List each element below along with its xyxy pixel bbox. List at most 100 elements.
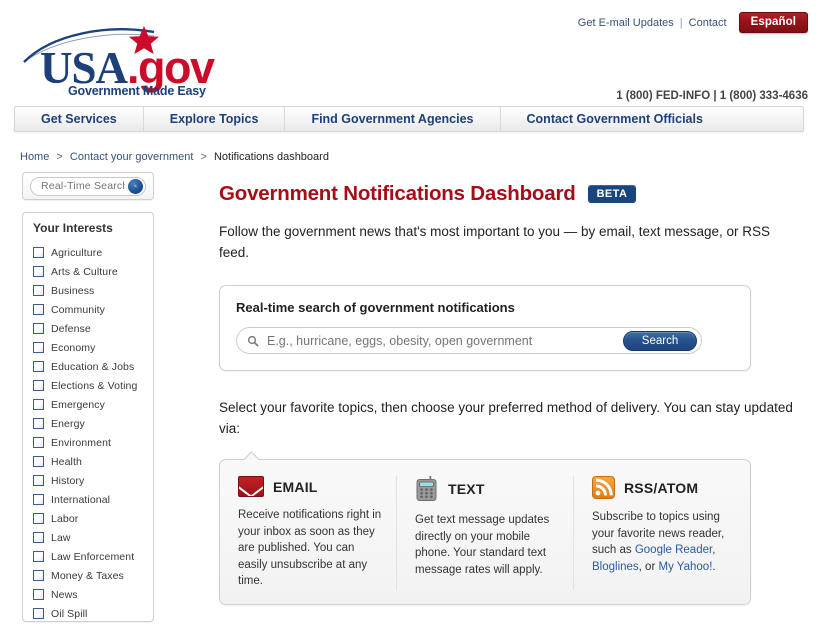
rss-link-separator-2: , or (638, 560, 659, 573)
interest-label: Agriculture (51, 246, 103, 259)
interest-checkbox[interactable] (33, 285, 44, 296)
interest-checkbox[interactable] (33, 399, 44, 410)
list-item[interactable]: Environment (23, 433, 153, 452)
interest-checkbox[interactable] (33, 418, 44, 429)
list-item[interactable]: Emergency (23, 395, 153, 414)
delivery-rss-label: RSS/ATOM (624, 479, 699, 496)
interest-checkbox[interactable] (33, 475, 44, 486)
header-phone-numbers: 1 (800) FED-INFO | 1 (800) 333-4636 (616, 90, 808, 102)
list-item[interactable]: Arts & Culture (23, 262, 153, 281)
breadcrumb-home-link[interactable]: Home (20, 151, 49, 163)
bloglines-link[interactable]: Bloglines (592, 561, 639, 573)
sidebar: Your Interests Agriculture Arts & Cultur… (22, 172, 154, 622)
interest-label: News (51, 588, 78, 601)
list-item[interactable]: Community (23, 300, 153, 319)
list-item[interactable]: International (23, 490, 153, 509)
delivery-rss-header: RSS/ATOM (592, 476, 738, 499)
sidebar-search-input[interactable] (39, 179, 127, 193)
list-item[interactable]: Law Enforcement (23, 547, 153, 566)
list-item[interactable]: Agriculture (23, 243, 153, 262)
interest-checkbox[interactable] (33, 323, 44, 334)
interest-checkbox[interactable] (33, 513, 44, 524)
interest-checkbox[interactable] (33, 551, 44, 562)
breadcrumb-current-page: Notifications dashboard (213, 151, 329, 163)
list-item[interactable]: Elections & Voting (23, 376, 153, 395)
nav-item-find-government-agencies[interactable]: Find Government Agencies (285, 107, 501, 131)
my-yahoo-link[interactable]: My Yahoo! (658, 561, 712, 573)
delivery-email-label: EMAIL (273, 478, 318, 495)
interest-label: Emergency (51, 398, 106, 411)
nav-item-get-services[interactable]: Get Services (15, 107, 144, 131)
breadcrumb-parent-link[interactable]: Contact your government (70, 151, 194, 163)
list-item[interactable]: Oil Spill (23, 604, 153, 621)
google-reader-link[interactable]: Google Reader (635, 544, 712, 556)
status-badge: BETA (587, 185, 637, 203)
list-item[interactable]: Defense (23, 319, 153, 338)
interest-label: Oil Spill (51, 607, 88, 620)
usagov-logo[interactable]: USA.gov Government Made Easy (22, 26, 262, 98)
your-interests-title: Your Interests (33, 221, 113, 235)
envelope-icon (238, 476, 264, 497)
interest-checkbox[interactable] (33, 266, 44, 277)
list-item[interactable]: Health (23, 452, 153, 471)
interest-checkbox[interactable] (33, 361, 44, 372)
delivery-option-email: EMAIL Receive notifications right in you… (220, 476, 396, 590)
nav-item-explore-topics[interactable]: Explore Topics (144, 107, 286, 131)
interest-label: Elections & Voting (51, 379, 138, 392)
interest-label: History (51, 474, 85, 487)
get-email-updates-link[interactable]: Get E-mail Updates (578, 17, 674, 29)
list-item[interactable]: Business (23, 281, 153, 300)
search-field-wrapper: Search (236, 327, 702, 354)
interest-label: Health (51, 455, 82, 468)
interest-label: Community (51, 303, 105, 316)
nav-item-contact-government-officials[interactable]: Contact Government Officials (501, 107, 729, 131)
interest-checkbox[interactable] (33, 342, 44, 353)
delivery-text-label: TEXT (448, 481, 485, 497)
contact-link[interactable]: Contact (689, 17, 727, 29)
utility-separator: | (679, 16, 683, 29)
delivery-option-text: TEXT Get text message updates directly o… (396, 476, 573, 590)
interest-checkbox[interactable] (33, 532, 44, 543)
interest-label: Energy (51, 417, 85, 430)
list-item[interactable]: Law (23, 528, 153, 547)
sidebar-search-box (22, 172, 154, 200)
delivery-methods-panel: EMAIL Receive notifications right in you… (219, 459, 751, 605)
logo-tagline-part1: Government (68, 84, 140, 98)
delivery-email-description: Receive notifications right in your inbo… (238, 509, 382, 587)
interest-checkbox[interactable] (33, 589, 44, 600)
list-item[interactable]: Labor (23, 509, 153, 528)
interest-label: Arts & Culture (51, 265, 118, 278)
list-item[interactable]: News (23, 585, 153, 604)
interest-label: Environment (51, 436, 112, 449)
interest-label: Education & Jobs (51, 360, 135, 373)
interest-checkbox[interactable] (33, 304, 44, 315)
page-title: Government Notifications Dashboard (219, 182, 576, 205)
interest-checkbox[interactable] (33, 570, 44, 581)
delivery-rss-text-suffix: . (712, 560, 716, 573)
search-button[interactable]: Search (623, 331, 697, 351)
list-item[interactable]: Money & Taxes (23, 566, 153, 585)
interest-checkbox[interactable] (33, 494, 44, 505)
interests-list: Agriculture Arts & Culture Business Comm… (23, 243, 153, 621)
espanol-button[interactable]: Español (738, 12, 808, 33)
search-input[interactable] (265, 332, 615, 349)
list-item[interactable]: Energy (23, 414, 153, 433)
list-item[interactable]: Economy (23, 338, 153, 357)
breadcrumb-separator-1: > (56, 151, 63, 163)
interest-checkbox[interactable] (33, 437, 44, 448)
interest-checkbox[interactable] (33, 456, 44, 467)
rss-link-separator-1: , (712, 544, 716, 556)
sidebar-search-button[interactable] (128, 178, 143, 194)
mobile-phone-icon (415, 476, 439, 502)
interest-checkbox[interactable] (33, 247, 44, 258)
interest-label: Labor (51, 512, 79, 525)
interest-checkbox[interactable] (33, 380, 44, 391)
content-area: Your Interests Agriculture Arts & Cultur… (0, 172, 826, 629)
interest-label: Economy (51, 341, 96, 354)
list-item[interactable]: Education & Jobs (23, 357, 153, 376)
list-item[interactable]: History (23, 471, 153, 490)
breadcrumb-separator-2: > (200, 151, 207, 163)
search-icon (247, 335, 259, 346)
rss-icon (592, 476, 615, 499)
interest-checkbox[interactable] (33, 608, 44, 619)
